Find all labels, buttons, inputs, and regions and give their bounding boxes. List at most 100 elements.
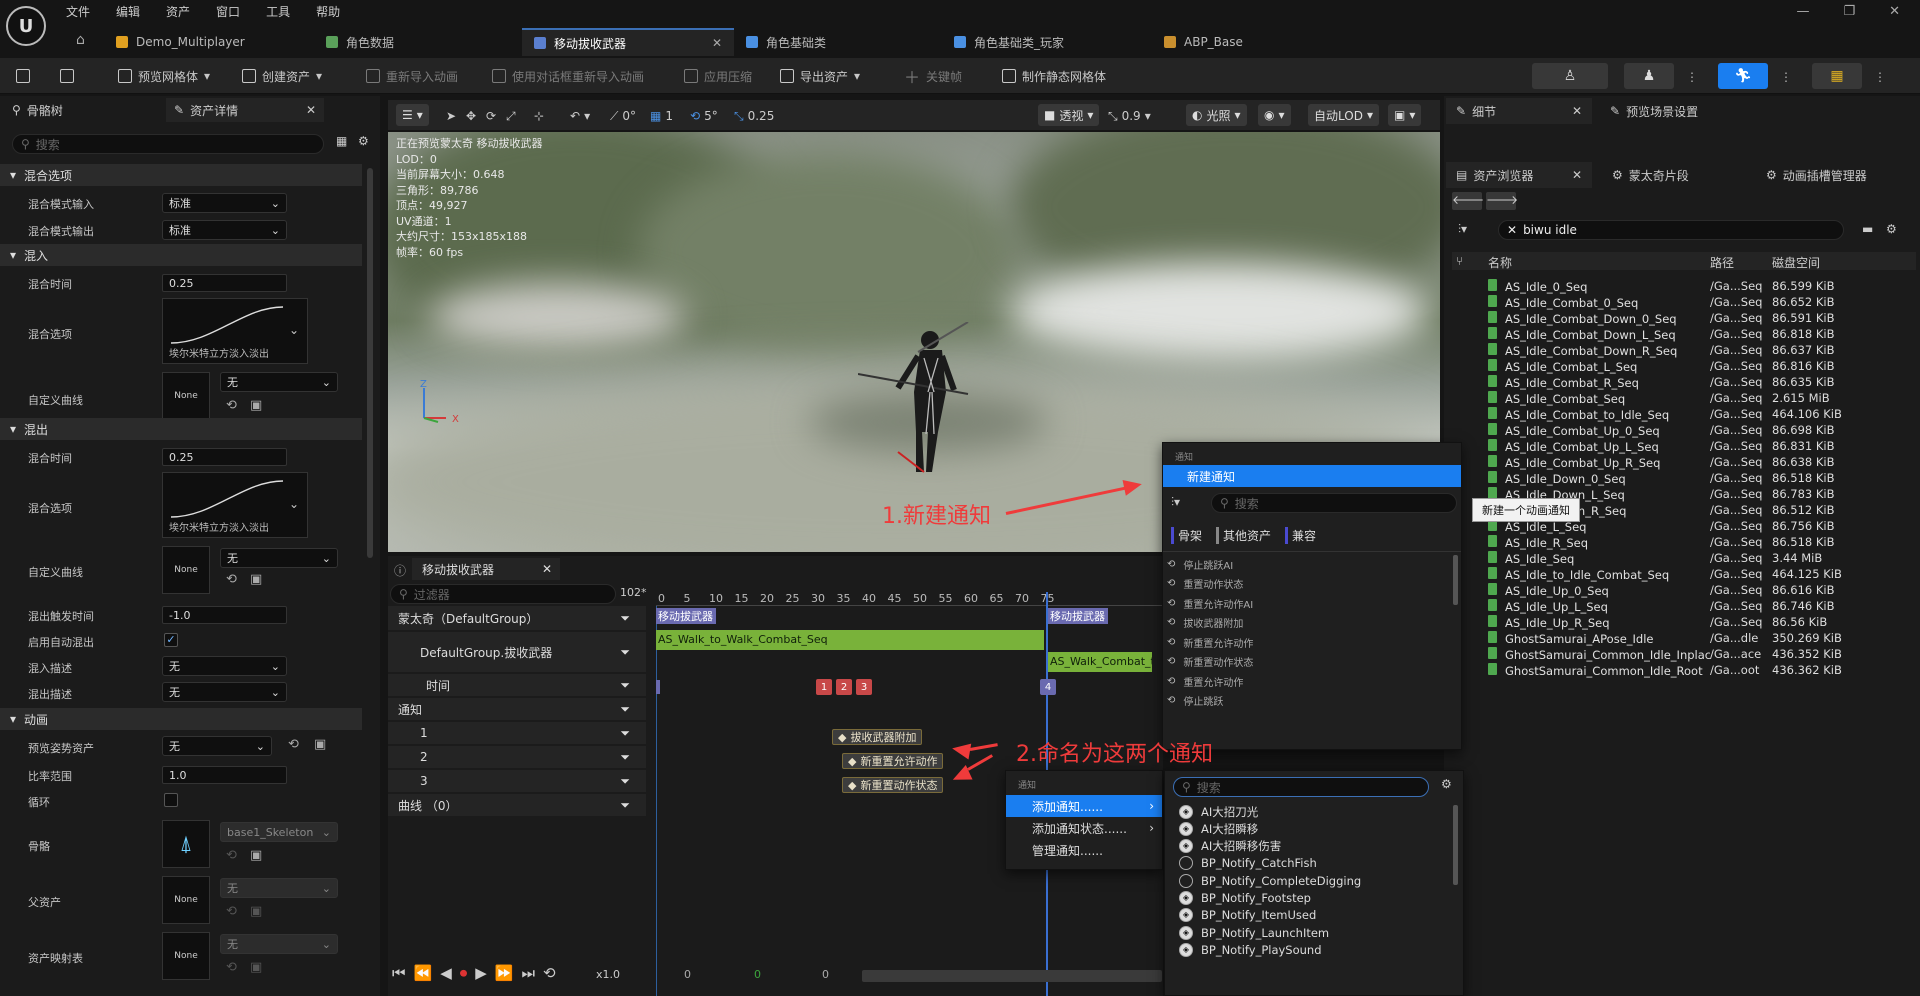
rate-scale-input[interactable]: 1.0 [162, 766, 287, 784]
timeline-scrollbar[interactable] [862, 970, 1162, 982]
notify-search-input[interactable]: ⚲ 搜索 [1211, 493, 1457, 513]
menu-file[interactable]: 文件 [66, 3, 90, 20]
notify-draw-weapon-attach[interactable]: ◆ 拔收武器附加 [832, 729, 923, 745]
track-montage-group[interactable]: 蒙太奇（DefaultGroup） ⏷ [388, 606, 646, 630]
filter-compatible[interactable]: 兼容 [1285, 527, 1316, 544]
notify-track-1[interactable]: 1 ⏷ [388, 722, 646, 744]
asset-row[interactable]: AS_Idle_Combat_Up_0_Seq/Ga...Seq 86.698 K… [1488, 422, 1918, 438]
asset-row[interactable]: GhostSamurai_Common_Idle_Inplace/Ga...ac… [1488, 646, 1918, 662]
reimport-dialog-button[interactable]: 使用对话框重新导入动画 [492, 66, 644, 86]
browse-asset-icon[interactable]: ▣ [314, 737, 326, 752]
fov-button[interactable]: ⤡ 0.9 ▾ [1108, 107, 1151, 125]
tab-character-data[interactable]: 角色数据 [314, 28, 406, 56]
tab-character-base[interactable]: 角色基础类 [734, 28, 838, 56]
manage-notify-menu-item[interactable]: 管理通知...... [1006, 839, 1162, 861]
track-notify[interactable]: 通知 ⏷ [388, 698, 646, 720]
anim-segment-b[interactable]: AS_Walk_Combat_to [1048, 652, 1152, 672]
filter-skeleton[interactable]: 骨架 [1171, 527, 1202, 544]
notify-list-item[interactable]: ⟲ 重置允许动作AI [1163, 594, 1253, 612]
blend-out-curve-thumbnail[interactable]: None [162, 546, 210, 594]
forward-button[interactable]: 🡒 [1486, 192, 1518, 210]
tab-montage-draw-weapon[interactable]: 移动拔收武器 ✕ [522, 28, 734, 56]
notify-reset-action-state[interactable]: ◆ 新重置动作状态 [842, 777, 944, 793]
menu-edit[interactable]: 编辑 [116, 3, 140, 20]
back-button[interactable]: 🡐 [1452, 192, 1484, 210]
skeleton-mode-button[interactable]: ♙ [1532, 63, 1608, 89]
settings-icon[interactable]: ⚙ [358, 134, 369, 148]
blend-mode-out-dropdown[interactable]: 标准 ⌄ [162, 220, 287, 240]
skeleton-thumbnail-icon[interactable]: ⍋ [162, 820, 210, 868]
parent-asset-dropdown[interactable]: 无 ⌄ [220, 878, 338, 898]
more-options-icon[interactable]: ⋮ [1686, 70, 1698, 84]
skip-to-end-icon[interactable]: ⏭ [522, 964, 536, 982]
browse-asset-icon[interactable]: ▣ [250, 960, 262, 975]
close-window-button[interactable]: ✕ [1889, 4, 1900, 19]
menu-asset[interactable]: 资产 [166, 3, 190, 20]
menu-tools[interactable]: 工具 [266, 3, 290, 20]
tab-montage-timeline[interactable]: 移动拔收武器 ✕ [412, 558, 560, 580]
blend-in-curve-picker[interactable]: 埃尔米特立方淡入淡出 ⌄ [162, 298, 308, 364]
blend-in-custom-dropdown[interactable]: 无 ⌄ [220, 372, 338, 392]
tab-abp-base[interactable]: ABP_Base [1152, 28, 1255, 56]
close-tab-icon[interactable]: ✕ [542, 562, 552, 576]
tab-content-browser[interactable]: ▤ 资产浏览器 ✕ [1446, 162, 1592, 188]
use-selected-icon[interactable]: ⟲ [226, 904, 237, 919]
tab-demo-multiplayer[interactable]: Demo_Multiplayer [104, 28, 257, 56]
asset-row[interactable]: AS_Idle_Combat_R_Seq/Ga...Seq 86.635 KiB [1488, 374, 1918, 390]
asset-mapping-thumbnail[interactable]: None [162, 932, 210, 980]
preview-mesh-button[interactable]: 预览网格体 ▾ [118, 66, 210, 86]
asset-row[interactable]: AS_Idle_Combat_Down_L_Seq/Ga...Seq 86.818… [1488, 326, 1918, 342]
tab-anim-slot-manager[interactable]: ⚙ 动画插槽管理器 [1756, 162, 1877, 188]
asset-row[interactable]: AS_Idle_Combat_Down_0_Seq/Ga...Seq 86.591… [1488, 310, 1918, 326]
move-tool-icon[interactable]: ✥ [466, 107, 476, 125]
auto-blend-out-checkbox[interactable]: ✓ [164, 633, 178, 647]
asset-row[interactable]: AS_Idle_Down_0_Seq/Ga...Seq 86.518 KiB [1488, 470, 1918, 486]
notify-class-item[interactable]: ◈ AI大招瞬移伤害 [1165, 838, 1281, 855]
play-icon[interactable]: ▶ [475, 964, 487, 982]
browse-asset-icon[interactable]: ▣ [250, 398, 262, 413]
notify-class-item[interactable]: ◈ AI大招刀光 [1165, 803, 1258, 820]
tab-asset-details[interactable]: ✎ 资产详情 ✕ [166, 98, 324, 122]
select-tool-icon[interactable]: ➤ [446, 107, 456, 125]
record-icon[interactable]: ⏺ [460, 964, 468, 982]
close-tab-icon[interactable]: ✕ [1572, 168, 1582, 182]
preview-pose-dropdown[interactable]: 无 ⌄ [162, 736, 272, 756]
loop-checkbox[interactable] [164, 793, 178, 807]
anim-segment-a[interactable]: AS_Walk_to_Walk_Combat_Seq [656, 630, 1044, 650]
rotation-snap-button[interactable]: ⟋ 0° [610, 107, 636, 125]
tab-preview-scene[interactable]: ✎ 预览场景设置 [1600, 98, 1708, 124]
more-options-icon[interactable]: ⋮ [1780, 70, 1792, 84]
blend-mode-in-dropdown[interactable]: 标准 ⌄ [162, 193, 287, 213]
table-view-icon[interactable]: ▦ [336, 134, 347, 148]
asset-row[interactable]: AS_Idle_R_Seq/Ga...Seq 86.518 KiB [1488, 534, 1918, 550]
playback-speed[interactable]: x1.0 [596, 968, 620, 981]
notify-list-item[interactable]: ⟲ 新重置允许动作 [1163, 633, 1253, 651]
notify-class-item[interactable]: BP_Notify_CatchFish [1165, 855, 1317, 872]
notify-list-item[interactable]: ⟲ 停止跳跃AI [1163, 555, 1233, 573]
filter-icon[interactable]: ⫶▾ [1171, 495, 1180, 510]
asset-row[interactable]: AS_Idle_Up_R_Seq/Ga...Seq 86.56 KiB [1488, 614, 1918, 630]
track-curves[interactable]: 曲线 （0） ⏷ [388, 794, 646, 816]
section-animation[interactable]: ▾ 动画 [0, 708, 362, 730]
browse-asset-icon[interactable]: ▣ [250, 572, 262, 587]
perspective-button[interactable]: ■ 透视 ▾ [1038, 104, 1100, 126]
blend-in-desc-dropdown[interactable]: 无 ⌄ [162, 656, 287, 676]
prev-frame-icon[interactable]: ⏪ [414, 964, 433, 982]
notify-list-item[interactable]: ⟲ 拔收武器附加 [1163, 614, 1243, 632]
notify-list-item[interactable]: ⟲ 重置允许动作 [1163, 672, 1243, 690]
section-blend-in[interactable]: ▾ 混入 [0, 244, 362, 266]
notify-class-item[interactable]: ◈ BP_Notify_ItemUsed [1165, 907, 1316, 924]
asset-row[interactable]: AS_Idle_Combat_Down_R_Seq/Ga...Seq 86.637… [1488, 342, 1918, 358]
lighting-button[interactable]: ◐ 光照 ▾ [1186, 104, 1247, 126]
blend-in-curve-thumbnail[interactable]: None [162, 372, 210, 420]
asset-row[interactable]: AS_Idle_Seq/Ga...Seq 3.44 MiB [1488, 550, 1918, 566]
keyframe-button[interactable]: ＋关键帧 [904, 66, 962, 87]
close-tab-icon[interactable]: ✕ [306, 103, 316, 117]
more-options-icon[interactable]: ⋮ [1874, 70, 1886, 84]
next-frame-icon[interactable]: ⏩ [495, 964, 514, 982]
asset-row[interactable]: AS_Idle_to_Idle_Combat_Seq/Ga...Seq 464.1… [1488, 566, 1918, 582]
create-asset-button[interactable]: 创建资产 ▾ [242, 66, 322, 86]
lod-button[interactable]: 自动LOD ▾ [1308, 104, 1379, 126]
blueprint-mode-button[interactable]: ▦ [1812, 63, 1862, 89]
filter-other-assets[interactable]: 其他资产 [1216, 527, 1271, 544]
